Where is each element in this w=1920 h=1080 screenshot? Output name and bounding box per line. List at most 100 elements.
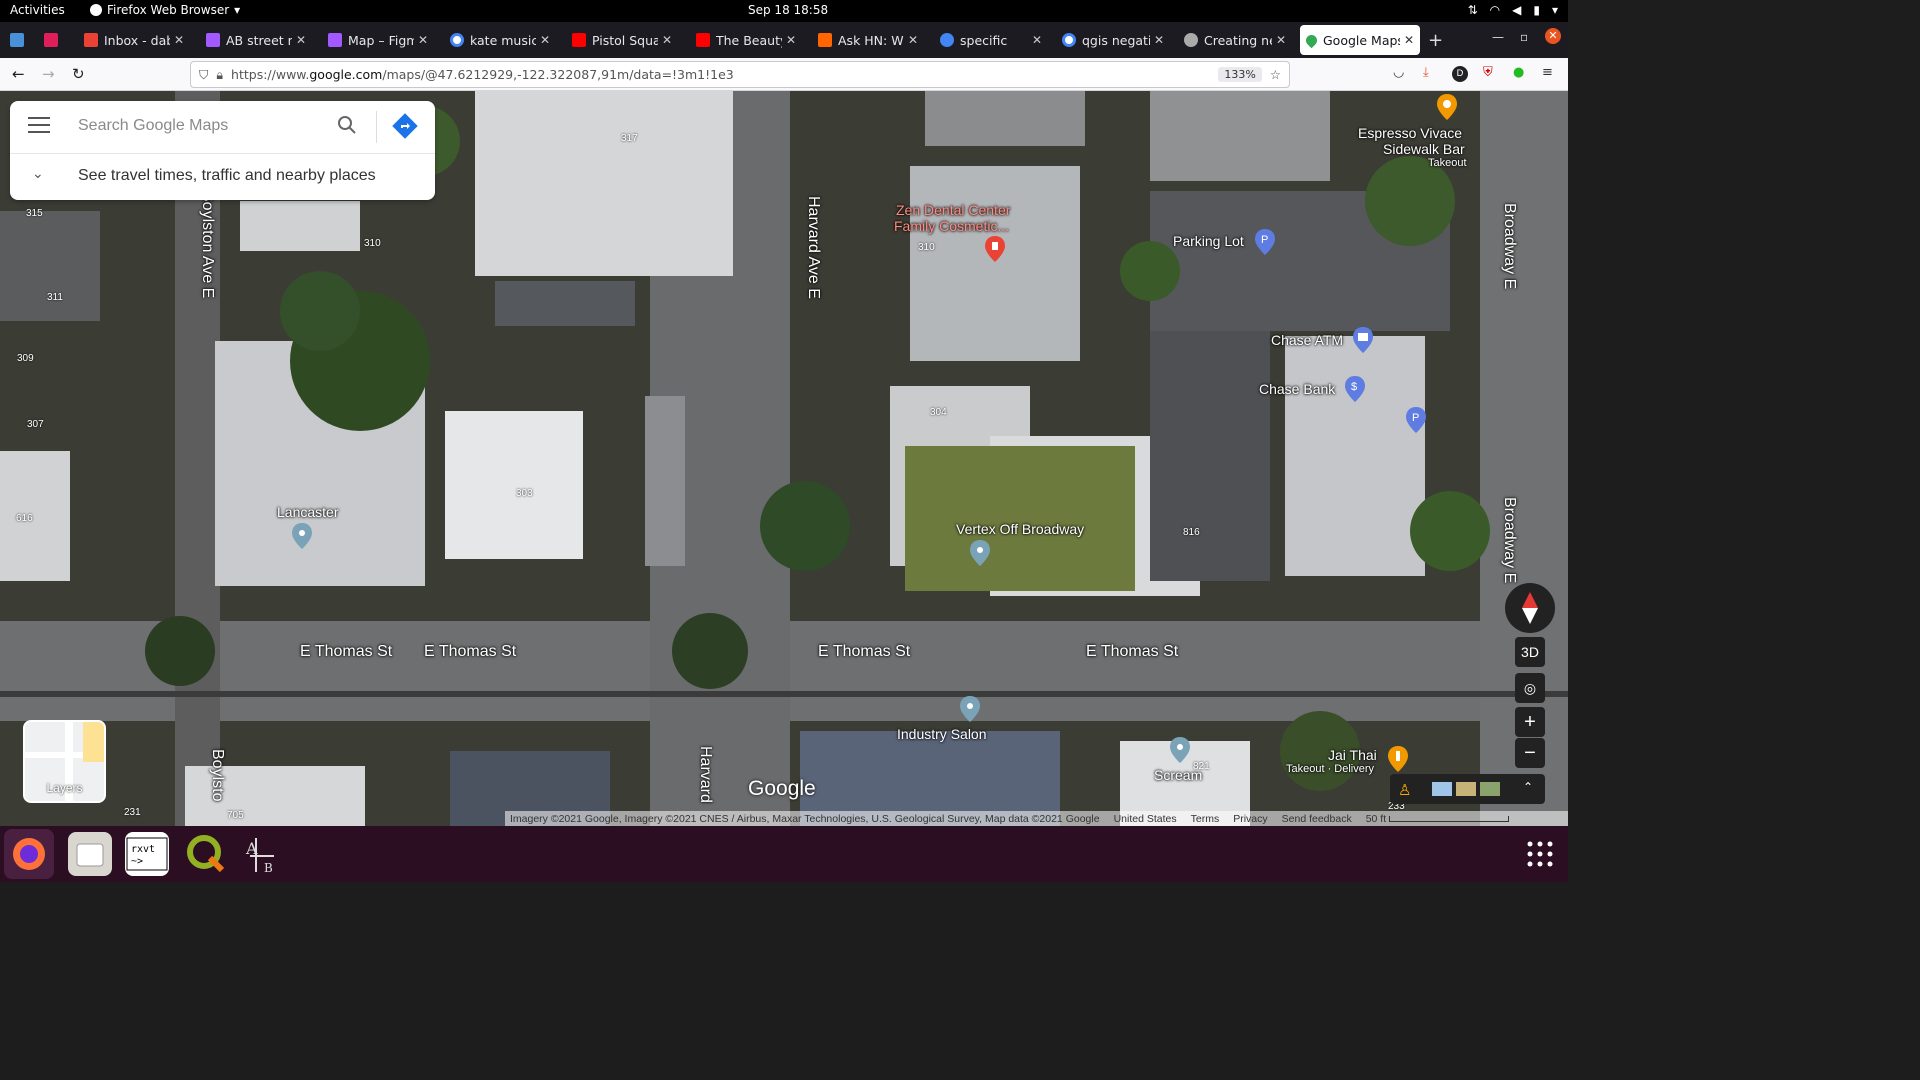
back-button[interactable]: ← xyxy=(12,65,25,83)
new-tab-button[interactable]: + xyxy=(1428,30,1443,51)
close-icon[interactable]: ✕ xyxy=(1276,33,1286,47)
zoom-out-button[interactable]: − xyxy=(1515,738,1545,768)
lock-icon[interactable]: 🔒︎ xyxy=(216,67,223,83)
coffee-pin-icon[interactable] xyxy=(1437,94,1457,120)
forward-button[interactable]: → xyxy=(42,65,55,83)
place-pin-icon[interactable] xyxy=(1170,737,1190,763)
qgis-launcher[interactable] xyxy=(184,832,228,876)
bookmark-star-icon[interactable]: ☆ xyxy=(1270,67,1281,82)
poi-label[interactable]: Family Cosmetic... xyxy=(894,218,1009,234)
close-icon[interactable]: ✕ xyxy=(1404,33,1414,47)
poi-label[interactable]: Parking Lot xyxy=(1173,233,1244,249)
3d-toggle-button[interactable]: 3D xyxy=(1515,637,1545,667)
poi-label[interactable]: Scream xyxy=(1154,767,1202,783)
app-menu[interactable]: Firefox Web Browser ▾ xyxy=(90,3,240,17)
hamburger-menu-icon[interactable] xyxy=(28,117,50,137)
parking-pin-icon[interactable]: P xyxy=(1406,407,1426,433)
abstreet-launcher[interactable]: AB xyxy=(240,832,284,876)
search-icon[interactable] xyxy=(335,113,359,137)
downloads-icon[interactable]: ⤓ xyxy=(1423,65,1429,80)
tab[interactable] xyxy=(4,25,32,55)
search-input[interactable]: Search Google Maps xyxy=(78,117,228,135)
imagery-thumbnail[interactable] xyxy=(1480,782,1500,796)
compass-button[interactable] xyxy=(1505,583,1555,633)
scale-bar[interactable]: 50 ft xyxy=(1366,813,1510,825)
tab[interactable] xyxy=(38,25,66,55)
place-pin-icon[interactable] xyxy=(960,696,980,722)
poi-label[interactable]: Chase ATM xyxy=(1271,332,1343,348)
tab-google-maps[interactable]: Google Maps ✕ xyxy=(1300,25,1420,55)
my-location-button[interactable]: ◎ xyxy=(1515,673,1545,703)
send-feedback-link[interactable]: Send feedback xyxy=(1282,813,1352,825)
minimize-button[interactable]: — xyxy=(1492,30,1504,44)
url-text[interactable]: https://www.google.com/maps/@47.6212929,… xyxy=(231,67,1218,82)
expand-icon[interactable]: ⌃ xyxy=(1523,780,1533,794)
map-canvas[interactable]: 317 315 310 311 309 307 616 310 304 303 … xyxy=(0,91,1568,826)
terms-link[interactable]: Terms xyxy=(1191,813,1220,825)
country-link[interactable]: United States xyxy=(1114,813,1177,825)
medical-pin-icon[interactable] xyxy=(985,236,1005,262)
tab[interactable]: AB street mo ✕ xyxy=(200,25,312,55)
place-pin-icon[interactable] xyxy=(292,523,312,549)
tab[interactable]: specific ✕ xyxy=(934,25,1048,55)
extension-icon[interactable]: D xyxy=(1452,66,1468,82)
maximize-button[interactable]: ▫ xyxy=(1520,30,1528,44)
imagery-thumbnail[interactable] xyxy=(1432,782,1452,796)
close-icon[interactable]: ✕ xyxy=(540,33,550,47)
terminal-launcher[interactable]: rxvt ~> xyxy=(125,832,169,876)
directions-icon[interactable] xyxy=(392,113,418,139)
address-number: 616 xyxy=(16,513,33,524)
clock[interactable]: Sep 18 18:58 xyxy=(748,3,828,17)
layers-button[interactable]: Layers xyxy=(23,720,106,803)
files-launcher[interactable] xyxy=(68,832,112,876)
privacy-link[interactable]: Privacy xyxy=(1233,813,1267,825)
chevron-down-icon[interactable]: ⌄ xyxy=(32,166,44,182)
close-icon[interactable]: ✕ xyxy=(908,33,918,47)
tab[interactable]: Ask HN: Wher ✕ xyxy=(812,25,924,55)
close-window-button[interactable]: ✕ xyxy=(1545,28,1561,44)
poi-label[interactable]: Vertex Off Broadway xyxy=(956,521,1084,537)
travel-times-link[interactable]: See travel times, traffic and nearby pla… xyxy=(78,167,376,185)
reload-button[interactable]: ↻ xyxy=(72,65,85,83)
bank-pin-icon[interactable]: $ xyxy=(1345,376,1365,402)
hamburger-menu-icon[interactable]: ≡ xyxy=(1542,65,1553,80)
activities-button[interactable]: Activities xyxy=(10,3,65,17)
close-icon[interactable]: ✕ xyxy=(1154,33,1164,47)
poi-label[interactable]: Lancaster xyxy=(277,504,338,520)
pocket-icon[interactable]: ◡ xyxy=(1393,65,1404,80)
tab[interactable]: kate music - G ✕ xyxy=(444,25,556,55)
show-applications-button[interactable] xyxy=(1518,832,1562,876)
pegman-icon[interactable]: ♙ xyxy=(1398,781,1411,799)
imagery-thumbnail[interactable] xyxy=(1456,782,1476,796)
tracking-protection-icon[interactable]: ⛉ xyxy=(199,67,208,83)
restaurant-pin-icon[interactable] xyxy=(1388,746,1408,772)
zoom-in-button[interactable]: + xyxy=(1515,707,1545,737)
close-icon[interactable]: ✕ xyxy=(174,33,184,47)
close-icon[interactable]: ✕ xyxy=(1032,33,1042,47)
atm-pin-icon[interactable] xyxy=(1353,327,1373,353)
poi-label[interactable]: Chase Bank xyxy=(1259,381,1335,397)
place-pin-icon[interactable] xyxy=(970,540,990,566)
extension-icon[interactable]: ● xyxy=(1513,65,1524,80)
poi-label[interactable]: Espresso Vivace xyxy=(1358,125,1462,141)
tab[interactable]: Creating new ✕ xyxy=(1178,25,1292,55)
tab[interactable]: The Beauty of ✕ xyxy=(690,25,802,55)
close-icon[interactable]: ✕ xyxy=(786,33,796,47)
poi-label[interactable]: Zen Dental Center xyxy=(896,202,1010,218)
firefox-launcher[interactable] xyxy=(4,829,54,879)
tab[interactable]: qgis negative ✕ xyxy=(1056,25,1170,55)
parking-pin-icon[interactable]: P xyxy=(1255,229,1275,255)
poi-label[interactable]: Industry Salon xyxy=(897,726,987,742)
close-icon[interactable]: ✕ xyxy=(662,33,672,47)
ublock-icon[interactable]: ⛨ xyxy=(1483,65,1493,80)
url-bar[interactable]: ⛉ 🔒︎ https://www.google.com/maps/@47.621… xyxy=(190,61,1290,88)
zoom-level-badge[interactable]: 133% xyxy=(1218,67,1262,82)
tab[interactable]: Inbox - dabrec ✕ xyxy=(78,25,190,55)
close-icon[interactable]: ✕ xyxy=(296,33,306,47)
system-tray[interactable]: ⇅ ◠ ◀ ▮ ▾ xyxy=(1468,3,1558,17)
tab[interactable]: Pistol Squats ✕ xyxy=(566,25,678,55)
tab[interactable]: Map – Figma ✕ xyxy=(322,25,434,55)
poi-label[interactable]: Jai Thai xyxy=(1328,747,1377,763)
close-icon[interactable]: ✕ xyxy=(418,33,428,47)
poi-label[interactable]: Sidewalk Bar xyxy=(1383,141,1465,157)
